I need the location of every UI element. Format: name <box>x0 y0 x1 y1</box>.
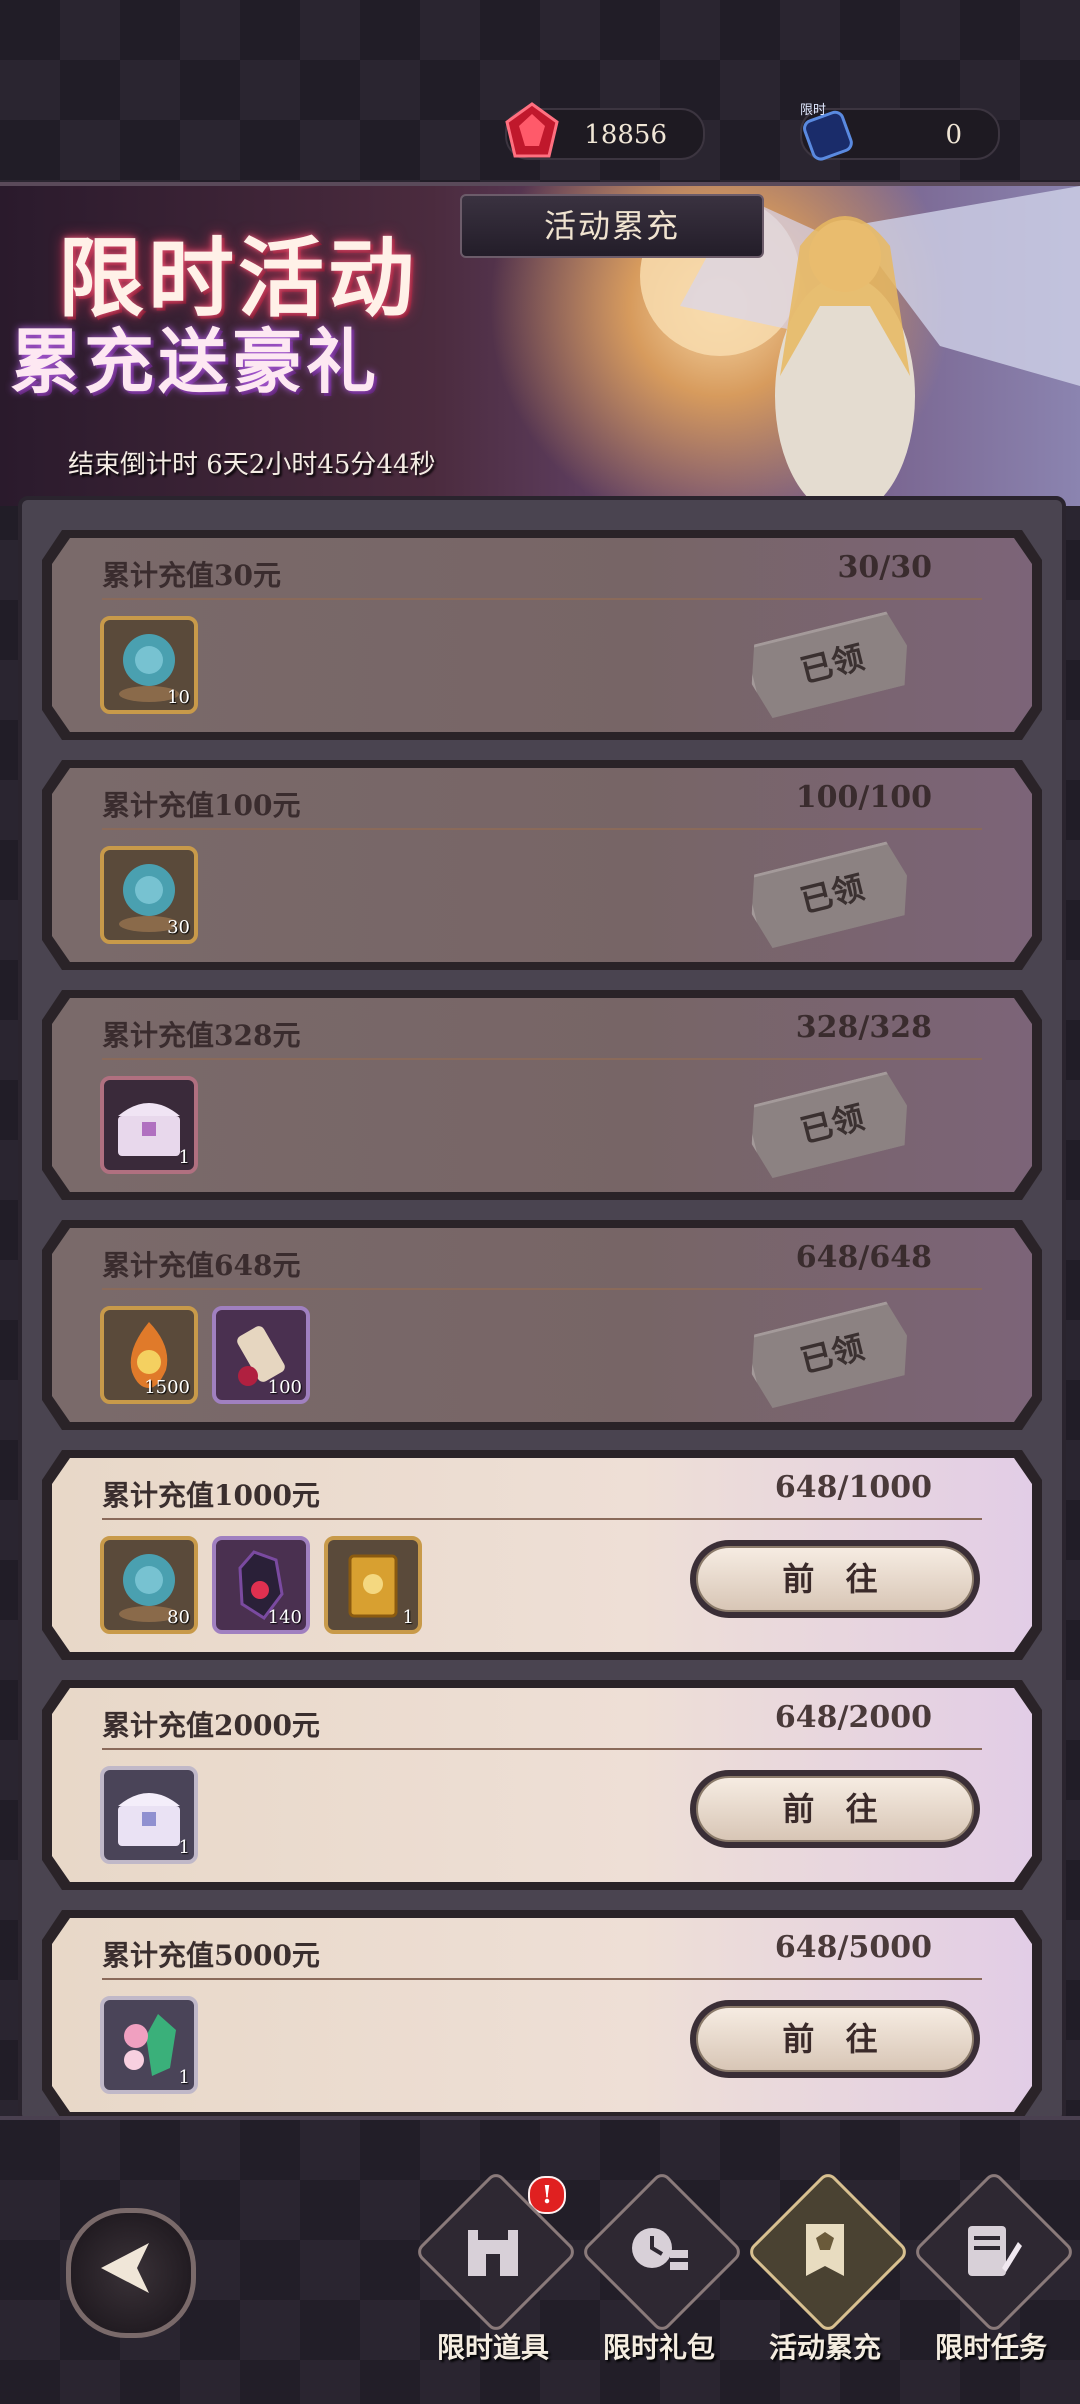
banner-icon <box>806 2224 844 2276</box>
svg-text:限时: 限时 <box>800 103 826 118</box>
treasure-chest-icon <box>118 1103 180 1156</box>
tab-active-recharge: 活动累充 <box>460 194 764 258</box>
tier-progress: 648/5000 <box>774 1930 932 1965</box>
golden-book-icon <box>348 1554 398 1618</box>
tier-label: 累计充值2000元 <box>102 1709 320 1742</box>
reward-item[interactable]: 1 <box>100 1076 198 1174</box>
tier-label: 累计充值100元 <box>102 789 301 822</box>
tier-progress: 100/100 <box>795 780 932 815</box>
tier-card: 累计充值5000元 648/5000 1 前 往 <box>42 1910 1042 2120</box>
limited-crystal-icon: 限时 <box>800 103 853 161</box>
castle-icon <box>468 2230 518 2276</box>
task-pen-icon <box>968 2226 1022 2276</box>
go-button[interactable]: 前 往 <box>690 2000 980 2078</box>
limited-currency[interactable]: 限时 0 <box>800 103 1000 161</box>
coin-clock-icon <box>632 2228 688 2270</box>
reward-item[interactable]: 10 <box>100 616 198 714</box>
back-arrow-icon <box>101 2243 149 2293</box>
tier-progress: 648/648 <box>795 1240 932 1275</box>
reward-item[interactable]: 140 <box>212 1536 310 1634</box>
nav-label: 限时任务 <box>934 2331 1047 2364</box>
banner-subtitle: 累充送豪礼 <box>10 320 380 403</box>
nav-label: 限时道具 <box>436 2331 549 2364</box>
limited-count: 0 <box>945 120 962 150</box>
red-gem-icon <box>505 102 559 158</box>
tier-card: 累计充值1000元 648/1000 80 140 1 前 往 <box>42 1450 1042 1660</box>
treasure-chest-icon <box>118 1793 180 1846</box>
tier-label: 累计充值5000元 <box>102 1939 320 1972</box>
tier-card: 累计充值648元 648/648 1500 100 已领 <box>42 1220 1042 1430</box>
reward-item[interactable]: 80 <box>100 1536 198 1634</box>
go-button-label: 前 往 <box>696 1546 974 1612</box>
nav-active-recharge[interactable]: 活动累充 <box>745 2169 911 2374</box>
tier-label: 累计充值648元 <box>102 1249 301 1282</box>
tier-card: 累计充值100元 100/100 30 已领 <box>42 760 1042 970</box>
reward-item[interactable]: 1500 <box>100 1306 198 1404</box>
tier-card: 累计充值30元 30/30 10 已领 <box>42 530 1042 740</box>
go-button-label: 前 往 <box>696 2006 974 2072</box>
go-button[interactable]: 前 往 <box>690 1540 980 1618</box>
nav-limited-items[interactable]: 限时道具 <box>413 2169 579 2374</box>
bottom-nav: ! 限时道具 限时礼包 活动累充 限时任务 <box>0 2116 1080 2404</box>
tier-card: 累计充值2000元 648/2000 1 前 往 <box>42 1680 1042 1890</box>
tier-label: 累计充值30元 <box>102 559 281 592</box>
tier-progress: 30/30 <box>837 550 932 585</box>
event-banner: 活动累充 限时活动 累充送豪礼 结束倒计时 6天2小时45分44秒 <box>0 182 1080 506</box>
reward-item[interactable]: 1 <box>100 1766 198 1864</box>
back-button[interactable] <box>66 2208 196 2338</box>
nav-limited-tasks[interactable]: 限时任务 <box>911 2169 1077 2374</box>
reward-item[interactable]: 100 <box>212 1306 310 1404</box>
reward-item[interactable]: 1 <box>100 1996 198 2094</box>
go-button-label: 前 往 <box>696 1776 974 1842</box>
reward-list[interactable]: 累计充值30元 30/30 10 已领 累计充值100元 100/100 30 … <box>18 496 1066 2124</box>
nav-label: 活动累充 <box>768 2331 881 2364</box>
reward-item[interactable]: 30 <box>100 846 198 944</box>
nav-limited-packs[interactable]: 限时礼包 <box>579 2169 745 2374</box>
gem-count: 18856 <box>584 120 667 150</box>
tier-progress: 328/328 <box>795 1010 932 1045</box>
tier-label: 累计充值1000元 <box>102 1479 320 1512</box>
tier-label: 累计充值328元 <box>102 1019 301 1052</box>
tier-progress: 648/2000 <box>774 1700 932 1735</box>
flower-gem-icon <box>124 2014 176 2076</box>
tier-card: 累计充值328元 328/328 1 已领 <box>42 990 1042 1200</box>
gem-currency[interactable]: 18856 <box>505 102 705 160</box>
nav-label: 限时礼包 <box>602 2331 715 2364</box>
top-bar: 18856 限时 0 <box>0 0 1080 180</box>
countdown-text: 结束倒计时 6天2小时45分44秒 <box>68 450 436 480</box>
go-button[interactable]: 前 往 <box>690 1770 980 1848</box>
tier-progress: 648/1000 <box>774 1470 932 1505</box>
reward-item[interactable]: 1 <box>324 1536 422 1634</box>
